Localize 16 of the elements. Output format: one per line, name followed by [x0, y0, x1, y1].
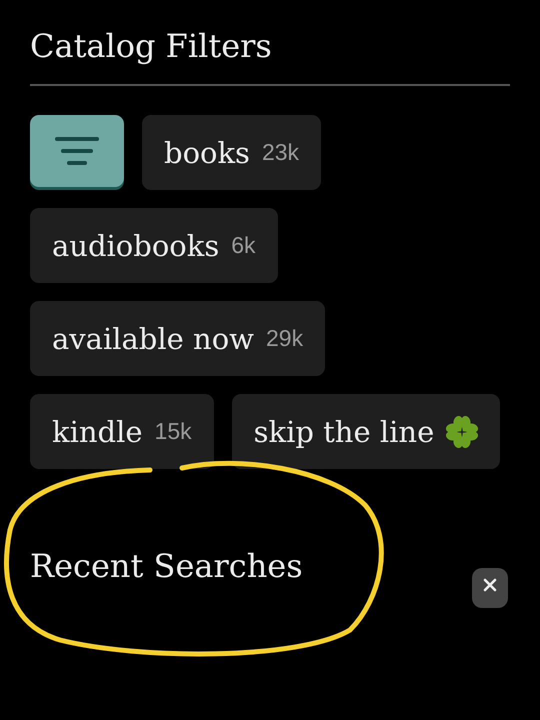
result-count: 23k	[262, 139, 300, 166]
close-button[interactable]	[472, 568, 508, 608]
filter-icon	[54, 136, 100, 166]
filter-chip[interactable]: skip the line	[232, 394, 500, 469]
filter-chip[interactable]: books 23k	[142, 115, 322, 190]
close-icon	[483, 578, 497, 592]
section-title: Catalog Filters	[30, 26, 510, 86]
result-count: 6k	[231, 232, 256, 259]
clover-icon	[446, 416, 478, 448]
filter-chip[interactable]: kindle 15k	[30, 394, 214, 469]
filter-chip[interactable]: audiobooks 6k	[30, 208, 278, 283]
section-title: Recent Searches	[30, 546, 303, 586]
filter-chip[interactable]: available now 29k	[30, 301, 326, 376]
result-count: 15k	[154, 418, 192, 445]
filter-button[interactable]	[30, 115, 124, 187]
result-count: 29k	[266, 325, 304, 352]
